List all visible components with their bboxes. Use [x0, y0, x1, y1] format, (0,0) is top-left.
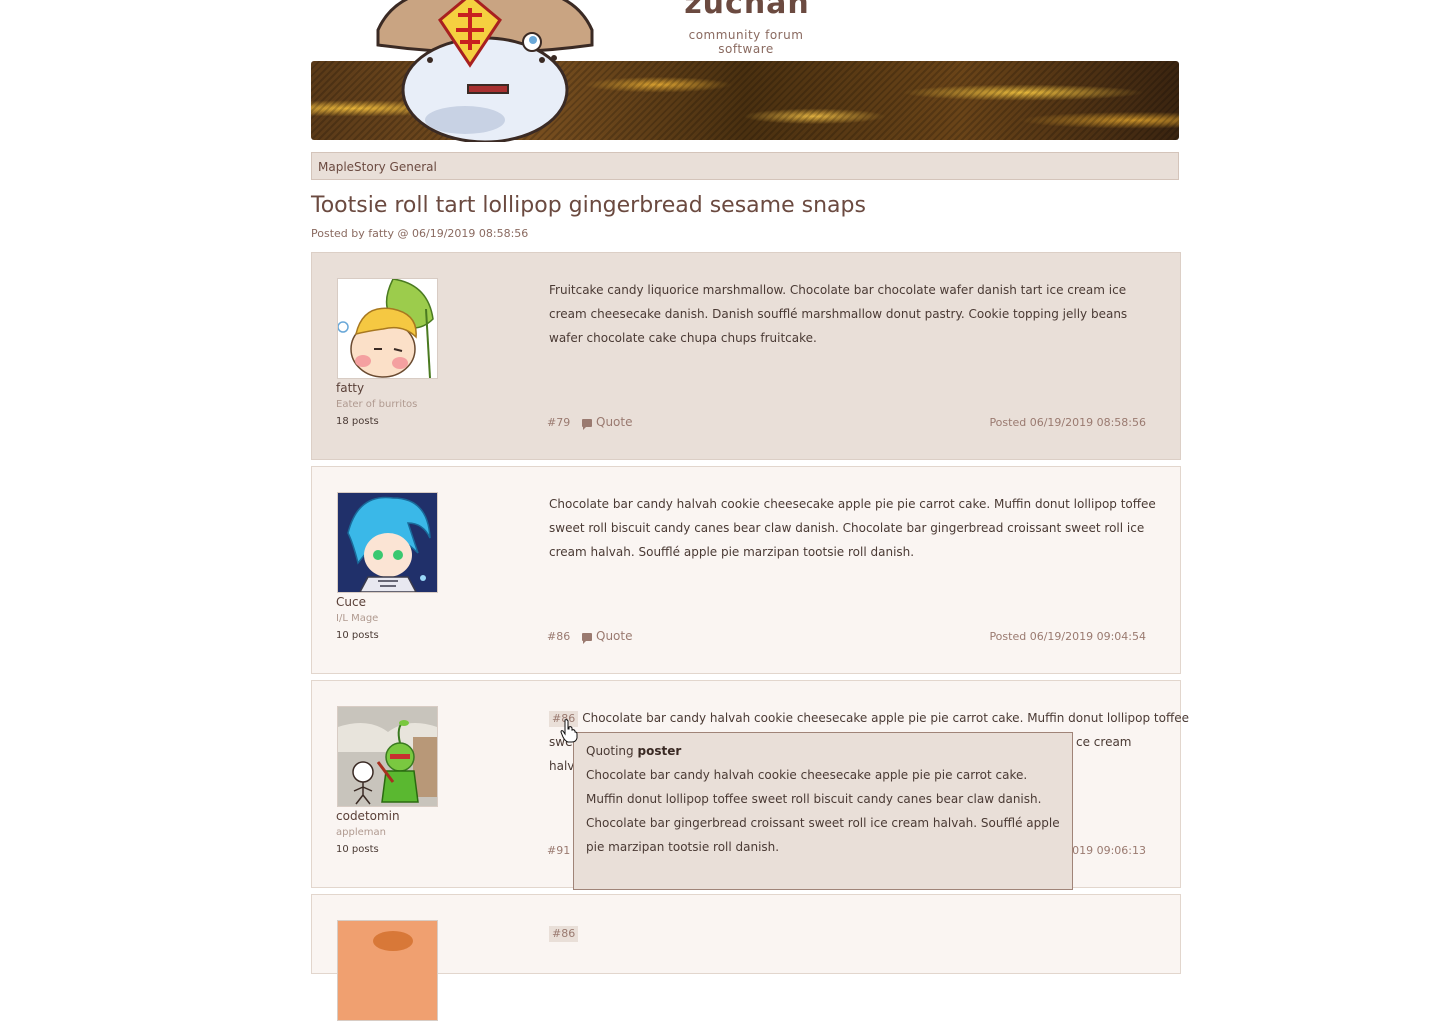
quote-button[interactable]: Quote [582, 629, 633, 644]
tooltip-text: Chocolate bar candy halvah cookie cheese… [586, 768, 1060, 854]
thread-meta: Posted by fatty @ 06/19/2019 08:58:56 [311, 227, 529, 240]
user-title: Eater of burritos [336, 399, 418, 410]
post-body: Fruitcake candy liquorice marshmallow. C… [549, 283, 1128, 345]
tooltip-prefix: Quoting [586, 744, 634, 758]
post-number-link[interactable]: #79 [547, 416, 570, 429]
quote-label: Quote [596, 629, 633, 643]
breadcrumb-forum-link[interactable]: MapleStory General [318, 160, 437, 174]
username[interactable]: fatty [336, 381, 364, 395]
site-title[interactable]: zuchan [662, 0, 832, 21]
thread-title: Tootsie roll tart lollipop gingerbread s… [311, 193, 866, 218]
quote-button[interactable]: Quote [582, 415, 633, 430]
post-timestamp: Posted 06/19/2019 08:58:56 [989, 416, 1146, 429]
tooltip-author: poster [637, 744, 682, 758]
post-reference-link[interactable]: #86 [549, 926, 579, 942]
breadcrumb[interactable]: MapleStory General [311, 152, 1179, 180]
post-body-line: Chocolate bar candy halvah cookie cheese… [582, 711, 1190, 725]
comment-icon [582, 632, 592, 644]
site-subtitle: community forum software [688, 28, 804, 56]
hand-cursor-icon [560, 719, 578, 743]
user-title: I/L Mage [336, 613, 379, 624]
comment-icon [582, 418, 592, 430]
quote-preview-tooltip: Quoting poster Chocolate bar candy halva… [573, 732, 1073, 890]
username[interactable]: Cuce [336, 595, 366, 609]
quote-label: Quote [596, 415, 633, 429]
username[interactable]: codetomin [336, 809, 400, 823]
post: fatty Eater of burritos 18 posts Fruitca… [311, 252, 1181, 460]
post-number-link[interactable]: #91 [547, 844, 570, 857]
user-post-count: 10 posts [336, 844, 379, 855]
post-number-link[interactable]: #86 [547, 630, 570, 643]
mushroom-mascot-logo [376, 0, 594, 142]
post-body-line: ce cream [1076, 735, 1132, 749]
user-title: appleman [336, 827, 386, 838]
user-post-count: 10 posts [336, 630, 379, 641]
post-timestamp: /2019 09:06:13 [1061, 844, 1146, 857]
post: Cuce I/L Mage 10 posts Chocolate bar can… [311, 466, 1181, 674]
user-post-count: 18 posts [336, 416, 379, 427]
avatar[interactable] [337, 920, 438, 1021]
post-timestamp: Posted 06/19/2019 09:04:54 [989, 630, 1146, 643]
avatar[interactable] [337, 706, 438, 807]
post-body: Chocolate bar candy halvah cookie cheese… [549, 497, 1156, 559]
avatar[interactable] [337, 492, 438, 593]
post: #86 [311, 894, 1181, 1021]
avatar[interactable] [337, 278, 438, 379]
